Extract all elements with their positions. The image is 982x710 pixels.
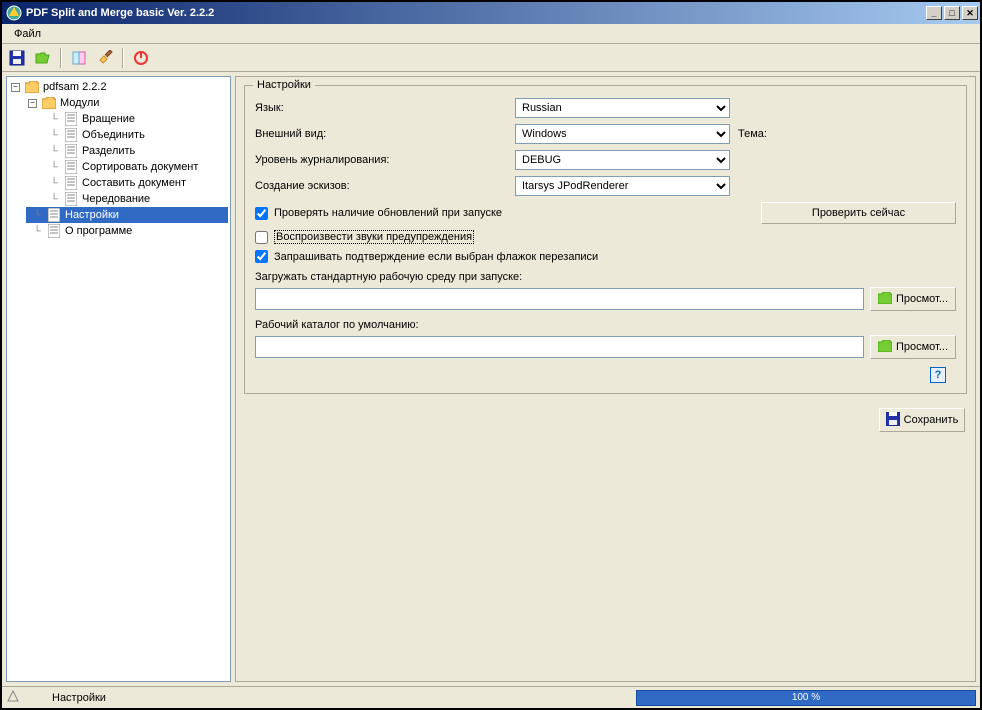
main-area: − pdfsam 2.2.2 − Модули └Вращение └Объед… (2, 72, 980, 686)
thumbnails-select[interactable]: Itarsys JPodRenderer (515, 176, 730, 196)
toolbar (2, 44, 980, 72)
ask-overwrite-checkbox[interactable] (255, 250, 268, 263)
app-icon (6, 5, 22, 21)
save-icon[interactable] (6, 47, 28, 69)
tree-about-label: О программе (65, 225, 132, 237)
tree-item-label: Разделить (82, 145, 135, 157)
browse-env-button[interactable]: Просмот... (870, 287, 956, 311)
open-icon[interactable] (32, 47, 54, 69)
default-dir-label: Рабочий каталог по умолчанию: (255, 319, 956, 331)
titlebar: PDF Split and Merge basic Ver. 2.2.2 _ □… (2, 2, 980, 24)
collapse-icon[interactable]: − (11, 83, 20, 92)
collapse-icon[interactable]: − (28, 99, 37, 108)
tree-root[interactable]: − pdfsam 2.2.2 (9, 79, 228, 95)
folder-icon (878, 340, 892, 355)
check-updates-checkbox[interactable] (255, 207, 268, 220)
tree-item-alternate[interactable]: └Чередование (43, 191, 228, 207)
document-icon (63, 144, 79, 158)
close-button[interactable]: ✕ (962, 6, 978, 20)
tree-item-compose[interactable]: └Составить документ (43, 175, 228, 191)
content-panel: Настройки Язык: Russian Внешний вид: Win… (235, 76, 976, 682)
clear-icon[interactable] (94, 47, 116, 69)
browse-dir-button[interactable]: Просмот... (870, 335, 956, 359)
thumbnails-label: Создание эскизов: (255, 180, 515, 192)
document-icon (46, 208, 62, 222)
tree-item-rotate[interactable]: └Вращение (43, 111, 228, 127)
menu-file[interactable]: Файл (6, 26, 49, 42)
tree-item-merge[interactable]: └Объединить (43, 127, 228, 143)
help-icon[interactable]: ? (930, 367, 946, 383)
tree-item-about[interactable]: └О программе (26, 223, 228, 239)
tree-item-split[interactable]: └Разделить (43, 143, 228, 159)
document-icon (63, 128, 79, 142)
save-button[interactable]: Сохранить (879, 408, 965, 432)
tree-item-label: Объединить (82, 129, 145, 141)
check-now-button[interactable]: Проверить сейчас (761, 202, 956, 224)
language-label: Язык: (255, 102, 515, 114)
progress-label: 100 % (792, 692, 820, 703)
tree-item-label: Вращение (82, 113, 135, 125)
log-icon[interactable] (68, 47, 90, 69)
language-select[interactable]: Russian (515, 98, 730, 118)
tree-item-sort[interactable]: └Сортировать документ (43, 159, 228, 175)
tree-modules-label: Модули (60, 97, 99, 109)
statusbar: Настройки 100 % (2, 686, 980, 708)
save-label: Сохранить (904, 414, 959, 426)
theme-label: Тема: (738, 128, 767, 140)
document-icon (63, 112, 79, 126)
window-title: PDF Split and Merge basic Ver. 2.2.2 (26, 7, 926, 19)
progress-bar: 100 % (636, 690, 976, 706)
document-icon (63, 160, 79, 174)
toolbar-separator (60, 48, 62, 68)
play-sounds-checkbox[interactable] (255, 231, 268, 244)
exit-icon[interactable] (130, 47, 152, 69)
status-text: Настройки (28, 692, 106, 704)
check-updates-label: Проверять наличие обновлений при запуске (274, 207, 502, 219)
document-icon (46, 224, 62, 238)
document-icon (63, 192, 79, 206)
look-select[interactable]: Windows (515, 124, 730, 144)
folder-icon (24, 80, 40, 94)
ask-overwrite-label: Запрашивать подтверждение если выбран фл… (274, 251, 598, 263)
tree-panel[interactable]: − pdfsam 2.2.2 − Модули └Вращение └Объед… (6, 76, 231, 682)
settings-legend: Настройки (253, 79, 315, 91)
tree-modules[interactable]: − Модули (26, 95, 228, 111)
folder-icon (41, 96, 57, 110)
browse-label: Просмот... (896, 341, 948, 353)
folder-icon (878, 292, 892, 307)
toolbar-separator (122, 48, 124, 68)
tree-item-label: Составить документ (82, 177, 186, 189)
tree-item-label: Чередование (82, 193, 150, 205)
window-controls: _ □ ✕ (926, 6, 978, 20)
app-window: PDF Split and Merge basic Ver. 2.2.2 _ □… (0, 0, 982, 710)
minimize-button[interactable]: _ (926, 6, 942, 20)
tree-item-settings[interactable]: └Настройки (26, 207, 228, 223)
browse-label: Просмот... (896, 293, 948, 305)
log-select[interactable]: DEBUG (515, 150, 730, 170)
load-env-input[interactable] (255, 288, 864, 310)
look-label: Внешний вид: (255, 128, 515, 140)
save-disk-icon (886, 412, 900, 429)
load-env-label: Загружать стандартную рабочую среду при … (255, 271, 956, 283)
default-dir-input[interactable] (255, 336, 864, 358)
log-label: Уровень журналирования: (255, 154, 515, 166)
status-icon (6, 689, 20, 706)
tree-settings-label: Настройки (65, 209, 119, 221)
menubar: Файл (2, 24, 980, 44)
maximize-button[interactable]: □ (944, 6, 960, 20)
document-icon (63, 176, 79, 190)
tree-item-label: Сортировать документ (82, 161, 198, 173)
tree-root-label: pdfsam 2.2.2 (43, 81, 107, 93)
play-sounds-label: Воспроизвести звуки предупреждения (274, 230, 474, 244)
settings-fieldset: Настройки Язык: Russian Внешний вид: Win… (244, 85, 967, 394)
